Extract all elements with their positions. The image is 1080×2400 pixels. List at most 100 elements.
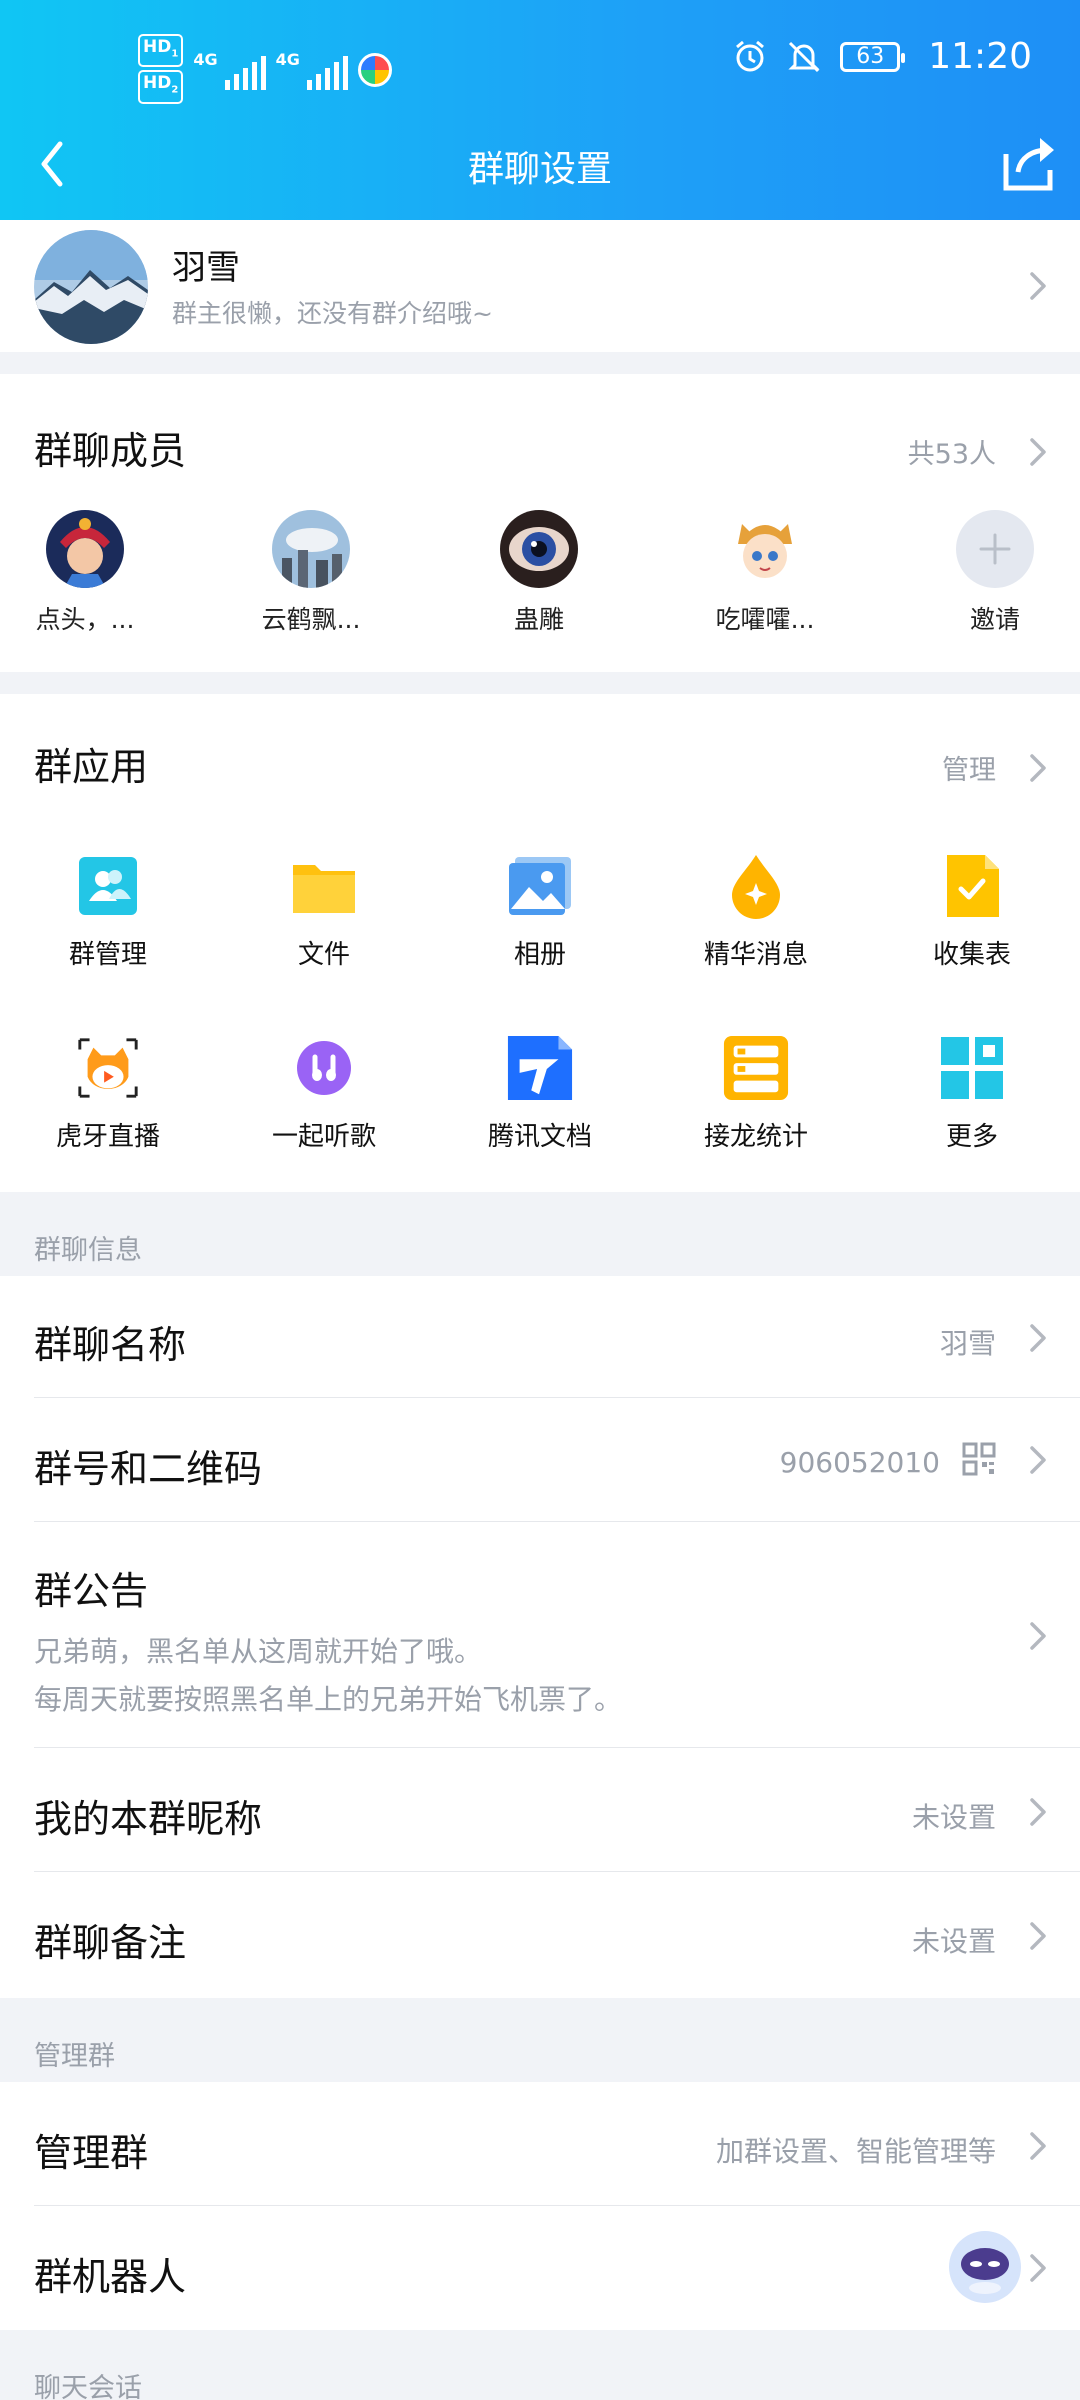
member-item[interactable]: 吃嚯嚯... (680, 510, 850, 636)
battery-level: 63 (856, 44, 885, 69)
group-id-label: 群号和二维码 (34, 1447, 263, 1491)
member-avatar (272, 510, 350, 588)
app-form[interactable]: 收集表 (882, 852, 1062, 971)
app-files[interactable]: 文件 (234, 852, 414, 971)
chevron-right-icon (1028, 268, 1050, 304)
group-notice-row[interactable]: 群公告 兄弟萌，黑名单从这周就开始了哦。 每周天就要按照黑名单上的兄弟开始飞机票… (0, 1522, 1080, 1748)
more-grid-icon (938, 1034, 1006, 1102)
group-name-row[interactable]: 群聊名称 羽雪 (0, 1276, 1080, 1398)
my-nickname-row[interactable]: 我的本群昵称 未设置 (0, 1748, 1080, 1872)
essence-icon (722, 852, 790, 920)
app-label: 收集表 (932, 940, 1011, 970)
member-avatar (726, 510, 804, 588)
app-group-manage[interactable]: 群管理 (18, 852, 198, 971)
group-name: 羽雪 (172, 248, 240, 288)
chevron-right-icon[interactable] (1028, 750, 1050, 786)
chat-section-label: 聊天会话 (34, 2373, 142, 2400)
share-icon (1003, 138, 1054, 191)
signal-group: HD1 HD2 4G 4G (138, 34, 392, 107)
group-profile-row[interactable]: 羽雪 群主很懒，还没有群介绍哦~ (0, 220, 1080, 352)
clock: 11:20 (928, 36, 1032, 77)
app-label: 相册 (513, 940, 566, 970)
chevron-right-icon[interactable] (1028, 434, 1050, 470)
group-name-label: 群聊名称 (34, 1323, 187, 1367)
member-item[interactable]: 点头，... (0, 510, 170, 636)
tencent-docs-icon (506, 1034, 574, 1102)
robot-label: 群机器人 (34, 2255, 187, 2299)
signal-bars-2-icon: 4G (276, 50, 348, 91)
share-button[interactable] (996, 130, 1062, 196)
chevron-right-icon (1028, 2250, 1050, 2286)
chevron-right-icon (1028, 1442, 1050, 1478)
members-count[interactable]: 共53人 (908, 432, 996, 471)
app-label: 群管理 (68, 940, 147, 970)
notice-line-1: 兄弟萌，黑名单从这周就开始了哦。 (34, 1635, 483, 1668)
chevron-right-icon (1028, 2128, 1050, 2164)
app-tencent-docs[interactable]: 腾讯文档 (450, 1034, 630, 1153)
info-section-label: 群聊信息 (34, 1235, 142, 1266)
app-header: HD1 HD2 4G 4G 63 11:20 群聊设置 (0, 0, 1080, 220)
qr-code-icon (962, 1442, 996, 1476)
robot-avatar-icon (948, 2230, 1022, 2304)
battery-icon: 63 (840, 41, 906, 72)
member-item[interactable]: 云鹤飘... (226, 510, 396, 636)
notice-line-2: 每周天就要按照黑名单上的兄弟开始飞机票了。 (34, 1683, 623, 1716)
form-icon (938, 852, 1006, 920)
status-bar: HD1 HD2 4G 4G 63 11:20 (0, 28, 1080, 104)
group-id-value: 906052010 (779, 1446, 940, 1479)
apps-manage-link[interactable]: 管理 (942, 748, 996, 787)
invite-label: 邀请 (969, 605, 1020, 634)
manage-group-label: 管理群 (34, 2131, 149, 2175)
album-icon (506, 852, 574, 920)
status-right: 63 11:20 (732, 36, 1032, 77)
app-album[interactable]: 相册 (450, 852, 630, 971)
apps-title: 群应用 (34, 745, 149, 789)
member-name: 点头，... (35, 605, 135, 634)
folder-icon (290, 852, 358, 920)
group-robot-row[interactable]: 群机器人 (0, 2206, 1080, 2330)
member-avatar (46, 510, 124, 588)
chevron-right-icon (1028, 1794, 1050, 1830)
app-label: 一起听歌 (271, 1122, 376, 1152)
relay-stats-icon (722, 1034, 790, 1102)
signal-bars-1-icon: 4G (193, 50, 266, 91)
manage-section-label: 管理群 (34, 2041, 115, 2072)
app-more[interactable]: 更多 (882, 1034, 1062, 1153)
remark-label: 群聊备注 (34, 1921, 187, 1965)
plus-icon (956, 510, 1034, 588)
group-description: 群主很懒，还没有群介绍哦~ (172, 299, 493, 328)
group-apps-section: 群应用 管理 群管理 文件 相册 精华消息 收集表 虎牙直播 一起听歌 腾讯文档… (0, 694, 1080, 1192)
nickname-label: 我的本群昵称 (34, 1797, 263, 1841)
group-name-value: 羽雪 (939, 1327, 996, 1360)
manage-group-row[interactable]: 管理群 加群设置、智能管理等 (0, 2082, 1080, 2206)
app-notification-icon (357, 53, 392, 88)
app-label: 更多 (945, 1122, 998, 1152)
group-remark-row[interactable]: 群聊备注 未设置 (0, 1872, 1080, 1998)
app-label: 精华消息 (703, 940, 808, 970)
members-title: 群聊成员 (34, 429, 187, 473)
app-label: 接龙统计 (703, 1122, 808, 1152)
member-avatar (500, 510, 578, 588)
member-name: 吃嚯嚯... (715, 605, 815, 634)
alarm-icon (732, 39, 768, 75)
member-name: 蛊雕 (513, 605, 564, 634)
member-item[interactable]: 蛊雕 (454, 510, 624, 636)
app-huya-live[interactable]: 虎牙直播 (18, 1034, 198, 1153)
notice-label: 群公告 (34, 1569, 149, 1613)
music-icon (290, 1034, 358, 1102)
nickname-value: 未设置 (911, 1801, 996, 1834)
invite-button[interactable]: 邀请 (910, 510, 1080, 636)
app-essence[interactable]: 精华消息 (666, 852, 846, 971)
manage-group-value: 加群设置、智能管理等 (715, 2135, 996, 2168)
app-label: 虎牙直播 (55, 1122, 160, 1152)
chevron-right-icon (1028, 1918, 1050, 1954)
group-id-row[interactable]: 群号和二维码 906052010 (0, 1398, 1080, 1522)
chevron-right-icon (1028, 1320, 1050, 1356)
title-bar: 群聊设置 (0, 130, 1080, 202)
group-avatar (34, 230, 148, 344)
app-listen-together[interactable]: 一起听歌 (234, 1034, 414, 1153)
chevron-right-icon (1028, 1618, 1050, 1654)
app-relay-stats[interactable]: 接龙统计 (666, 1034, 846, 1153)
app-label: 腾讯文档 (487, 1122, 592, 1152)
mute-bell-icon (786, 39, 822, 75)
